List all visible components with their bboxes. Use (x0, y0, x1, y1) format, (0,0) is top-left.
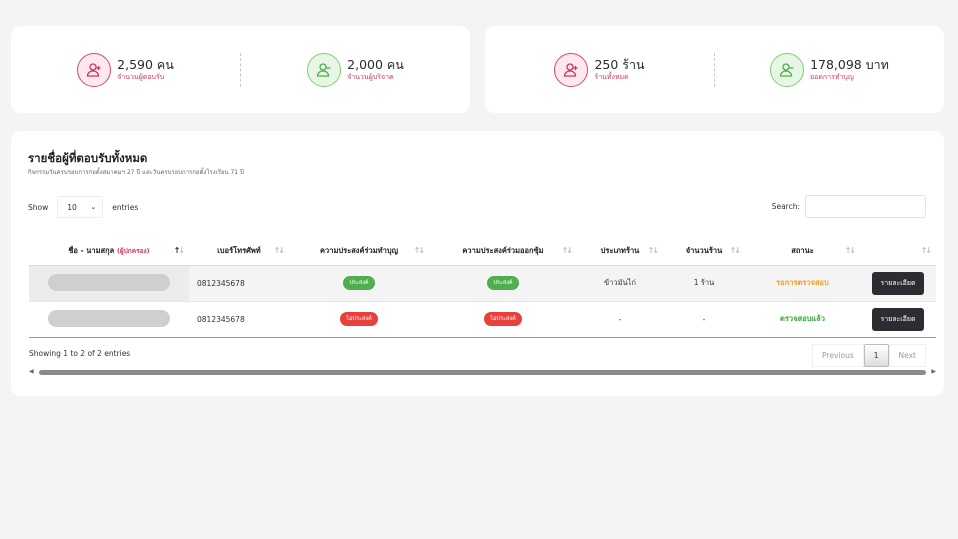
column-header-booth[interactable]: ความประสงค์ร่วมออกซุ้ม ↑↓ (429, 238, 577, 266)
respondents-card: รายชื่อผู้ที่ตอบรับทั้งหมด กิจกรรมวันครบ… (11, 131, 944, 396)
scroll-left-icon[interactable]: ◀ (29, 368, 34, 375)
cell-shop-count: 1 ร้าน (693, 278, 715, 287)
status-badge: ไม่ประสงค์ (340, 312, 378, 326)
cell-booth: ไม่ประสงค์ (429, 301, 577, 337)
entries-length-control: Show 10 ⌄ entries (28, 196, 138, 218)
search-input[interactable] (805, 195, 926, 218)
column-header-label: ชื่อ - นามสกุล (68, 246, 115, 256)
sort-asc-icon: ↑↓ (173, 246, 185, 255)
cell-name (29, 301, 189, 337)
respondents-table: ชื่อ - นามสกุล (ผู้ปกครอง) ↑↓ เบอร์โทรศัพ… (29, 238, 936, 338)
stat-label: จำนวนผู้ตอบรับ (117, 73, 165, 81)
cell-status: ตรวจสอบแล้ว (745, 301, 860, 337)
status-badge: ประสงค์ (487, 276, 519, 290)
column-header-status[interactable]: สถานะ ↑↓ (745, 238, 860, 266)
table-info: Showing 1 to 2 of 2 entries (29, 349, 131, 358)
horizontal-scrollbar[interactable]: ◀ ▶ (29, 368, 936, 377)
cell-name (29, 265, 189, 301)
stats-card-left: 2,590 คน จำนวนผู้ตอบรับ 2,000 คน จำนวนผู… (11, 26, 470, 113)
sort-icon: ↑↓ (413, 246, 425, 255)
column-header-label: ความประสงค์ร่วมออกซุ้ม (462, 246, 544, 256)
detail-button[interactable]: รายละเอียด (872, 271, 924, 295)
stat-shops: 250 ร้าน ร้านทั้งหมด (485, 52, 714, 87)
person-add-icon (554, 52, 589, 87)
column-header-shop-count[interactable]: จำนวนร้าน ↑↓ (663, 238, 745, 266)
stat-value: 2,590 คน (117, 57, 174, 72)
show-label: Show (28, 202, 49, 212)
table-row: 0812345678 ประสงค์ ประสงค์ ข้าวมันไก่ 1 … (29, 265, 936, 301)
previous-button[interactable]: Previous (812, 344, 864, 367)
entries-label: entries (112, 202, 139, 212)
status-text: รอการตรวจสอบ (776, 278, 829, 287)
column-header-label: ประเภทร้าน (600, 246, 640, 256)
sort-icon: ↑↓ (844, 246, 856, 255)
cell-phone: 0812345678 (197, 314, 245, 324)
entries-select[interactable]: 10 ⌄ (57, 196, 104, 218)
cell-status: รอการตรวจสอบ (745, 265, 860, 301)
table-row: 0812345678 ไม่ประสงค์ ไม่ประสงค์ - - ตรว… (29, 301, 936, 337)
stat-label: ร้านทั้งหมด (594, 73, 629, 81)
column-header-action[interactable]: ↑↓ (860, 238, 936, 266)
sort-icon: ↑↓ (273, 246, 285, 255)
column-header-merit[interactable]: ความประสงค์ร่วมทำบุญ ↑↓ (289, 238, 429, 266)
page-title: รายชื่อผู้ที่ตอบรับทั้งหมด (28, 151, 148, 165)
stat-label: ยอดการทำบุญ (810, 73, 854, 81)
sort-icon: ↑↓ (729, 246, 741, 255)
page-subtitle: กิจกรรมวันครบรอบการก่อตั้งสมาคมฯ 27 ปี แ… (28, 169, 244, 176)
stat-donors: 2,000 คน จำนวนผู้บริจาค (241, 52, 470, 87)
stat-value: 178,098 บาท (810, 57, 889, 72)
redacted-name (48, 309, 170, 327)
stat-value: 250 ร้าน (594, 57, 645, 72)
person-remove-icon (770, 52, 805, 87)
search-control: Search: (772, 195, 926, 218)
table-header-row: ชื่อ - นามสกุล (ผู้ปกครอง) ↑↓ เบอร์โทรศัพ… (29, 238, 936, 266)
cell-shop-type: ข้าวมันไก่ (604, 278, 636, 287)
status-text: ตรวจสอบแล้ว (780, 314, 825, 323)
column-header-label: ความประสงค์ร่วมทำบุญ (320, 246, 398, 256)
sort-icon: ↑↓ (647, 246, 659, 255)
cell-booth: ประสงค์ (429, 265, 577, 301)
pagination: Previous 1 Next (812, 344, 926, 367)
column-header-name[interactable]: ชื่อ - นามสกุล (ผู้ปกครอง) ↑↓ (29, 238, 189, 266)
status-badge: ประสงค์ (343, 276, 375, 290)
cell-action: รายละเอียด (860, 265, 936, 301)
column-header-label: สถานะ (791, 246, 814, 256)
entries-select-value: 10 (67, 202, 77, 212)
next-button[interactable]: Next (888, 344, 926, 367)
cell-merit: ไม่ประสงค์ (289, 301, 429, 337)
scrollbar-thumb[interactable] (39, 370, 926, 375)
column-header-label: จำนวนร้าน (685, 246, 723, 256)
stats-card-right: 250 ร้าน ร้านทั้งหมด 178,098 บาท ยอดการท… (485, 26, 944, 113)
column-header-sublabel: (ผู้ปกครอง) (116, 247, 150, 256)
stat-respondents: 2,590 คน จำนวนผู้ตอบรับ (11, 52, 240, 87)
cell-merit: ประสงค์ (289, 265, 429, 301)
chevron-down-icon: ⌄ (90, 203, 97, 211)
detail-button[interactable]: รายละเอียด (872, 307, 924, 331)
sort-icon: ↑↓ (920, 246, 932, 255)
page-button-current[interactable]: 1 (863, 344, 889, 367)
person-add-icon (77, 52, 112, 87)
stat-label: จำนวนผู้บริจาค (347, 73, 394, 81)
sort-icon: ↑↓ (561, 246, 573, 255)
column-header-phone[interactable]: เบอร์โทรศัพท์ ↑↓ (189, 238, 289, 266)
status-badge: ไม่ประสงค์ (484, 312, 522, 326)
cell-shop-type: - (618, 314, 622, 324)
search-label: Search: (771, 202, 800, 211)
cell-shop-count: - (702, 314, 706, 324)
person-remove-icon (307, 52, 342, 87)
cell-phone: 0812345678 (197, 278, 245, 288)
stat-merit-total: 178,098 บาท ยอดการทำบุญ (715, 52, 944, 87)
redacted-name (48, 273, 170, 291)
scroll-right-icon[interactable]: ▶ (931, 368, 936, 375)
stat-value: 2,000 คน (347, 57, 404, 72)
cell-action: รายละเอียด (860, 301, 936, 337)
column-header-shop-type[interactable]: ประเภทร้าน ↑↓ (577, 238, 663, 266)
column-header-label: เบอร์โทรศัพท์ (217, 246, 261, 256)
